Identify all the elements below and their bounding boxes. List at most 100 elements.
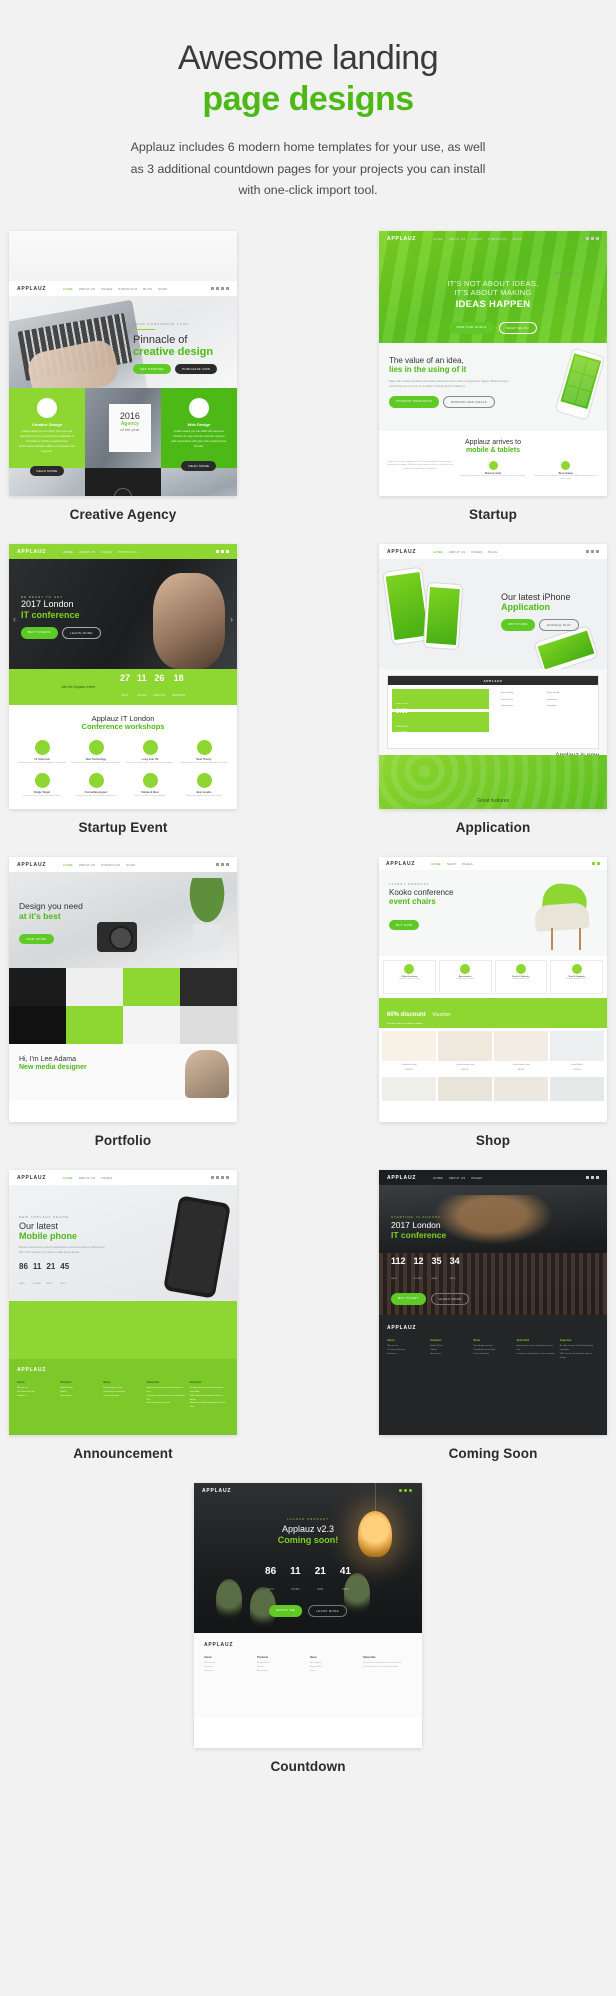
tablet-body: NEW YORK 5:50 SAN DIEGO 6:50 Functionali… [388,685,598,739]
footer-link[interactable]: Press and media [103,1395,142,1399]
template-thumbnail[interactable]: APPLAUZ HOME SHOP PAGES LATEST PRODUCT K… [379,857,607,1123]
template-thumbnail[interactable]: APPLAUZ HOME ABOUT US PAGES NEW APPLAUZ … [9,1170,237,1436]
footer-link[interactable]: Accessories [257,1670,306,1674]
countdown-value: 12 [413,1256,424,1267]
hero-secondary-button[interactable]: WHAT WE DO [498,322,538,335]
countdown-days: 86 DAYS [19,1262,28,1289]
product-image[interactable] [382,1031,436,1062]
template-card-portfolio[interactable]: APPLAUZ HOME ABOUT US PORTFOLIO SHOP Des… [9,857,237,1148]
feature-card[interactable]: Desk & Cabinets Storage made simple. [494,960,548,995]
portfolio-item[interactable] [9,968,66,1007]
footer-link[interactable]: Press [310,1670,359,1674]
feature-card[interactable]: Tech & Gadgets Modern workplace tech. [550,960,603,995]
tile-web-design[interactable]: Web Design Craftd curated you can relish… [160,388,237,471]
countdown-label: SECS [60,1282,67,1285]
portfolio-item[interactable] [123,968,180,1007]
footer-link[interactable]: Contact us [387,1353,426,1357]
tile-web-development[interactable]: Web Development [84,468,161,497]
hero-primary-button[interactable]: BUY TICKETS [21,626,58,639]
hero-secondary-button[interactable]: LEARN MORE [61,626,101,639]
arrives-section: Applauz arrives to mobile & tablets Begi… [379,431,607,495]
carousel-next-icon[interactable]: › [230,614,233,624]
section-secondary-button[interactable]: MISSION AND GOALS [443,395,496,408]
countdown-value: 35 [431,1256,442,1267]
footer-logo: APPLAUZ [387,1325,417,1332]
hero-eyebrow: GET READY [554,271,581,276]
workshop-icon [196,773,212,789]
countdown-label: HOURS [291,1588,300,1592]
hero-secondary-button[interactable]: GOOGLE PLAY [538,618,580,631]
template-card-application[interactable]: APPLAUZ HOME ABOUT US PAGES BLOG Our lat… [379,544,607,835]
hero-title-light: 2017 London [21,599,74,610]
footer-link[interactable]: Contact us [17,1395,56,1399]
product-image[interactable] [494,1031,548,1062]
template-thumbnail[interactable]: APPLAUZ HOME ABOUT US PORTFOLIO SHOP Des… [9,857,237,1123]
hero-line-1: IT'S NOT ABOUT IDEAS, [447,279,539,289]
nav-item-home: HOME [433,1175,443,1180]
portfolio-item[interactable] [180,968,237,1007]
hero-primary-button[interactable]: GET STARTED [133,364,171,375]
footer-link[interactable]: Accessories [430,1353,469,1357]
template-card-countdown[interactable]: APPLAUZ LAUNCH PRODUCT Applauz v2.3 Comi… [194,1483,422,1774]
portfolio-item[interactable] [9,1006,66,1045]
product-image[interactable] [550,1031,604,1062]
hero-secondary-button[interactable]: PURCHASE NOW [174,364,218,375]
countdown-value: 45 [60,1261,70,1271]
section-primary-button[interactable]: STARTUP PRODUCTS [389,395,440,408]
hero-primary-button[interactable]: NOTIFY ME [269,1605,303,1618]
template-thumbnail[interactable]: APPLAUZ HOME ABOUT US PAGES STARTING IN … [379,1170,607,1436]
template-thumbnail[interactable]: APPLAUZ LAUNCH PRODUCT Applauz v2.3 Comi… [194,1483,422,1749]
hero-title-light: Applauz v2.3 [281,1524,335,1535]
cart-icon[interactable] [592,862,600,866]
features-footer: Great features [379,755,607,810]
page-subtitle: Applauz includes 6 modern home templates… [130,140,486,197]
template-card-creative-agency[interactable]: APPLAUZ HOME ABOUT US PAGES PORTFOLIO BL… [9,231,237,522]
page-dots[interactable] [399,1489,412,1493]
portfolio-item[interactable] [180,1006,237,1045]
product-image[interactable] [494,1077,548,1102]
product-image[interactable] [438,1031,492,1062]
tile-button[interactable]: READ MORE [181,460,217,471]
template-card-shop[interactable]: APPLAUZ HOME SHOP PAGES LATEST PRODUCT K… [379,857,607,1148]
hero-copy: Our latest iPhone Application APP STORE … [501,592,597,631]
hero-secondary-button[interactable]: LEARN MORE [430,1293,470,1306]
portfolio-item[interactable] [66,1006,123,1045]
template-thumbnail[interactable]: APPLAUZ HOME ABOUT US PAGES BLOG Our lat… [379,544,607,810]
product-image[interactable] [550,1077,604,1102]
nav-item-shop: SHOP [126,862,136,867]
hero-primary-button[interactable]: APP STORE [501,618,535,631]
footer-column-title: Subscribe [516,1339,530,1343]
template-card-announcement[interactable]: APPLAUZ HOME ABOUT US PAGES NEW APPLAUZ … [9,1170,237,1461]
footer-link[interactable]: Accessories [60,1395,99,1399]
template-thumbnail[interactable]: APPLAUZ HOME ABOUT US PAGES PORTFOLIO BL… [9,231,237,497]
tile-creative-design[interactable]: Creative Design Craftd curated you can r… [9,388,85,476]
tile-button[interactable]: READ MORE [29,465,65,476]
template-card-coming-soon[interactable]: APPLAUZ HOME ABOUT US PAGES STARTING IN … [379,1170,607,1461]
template-card-startup[interactable]: APPLAUZ HOME ABOUT US PAGES PORTFOLIO BL… [379,231,607,522]
product-price: $199.00 [573,1069,581,1072]
workshop-item: Long Join UX Deliver easy data with all … [125,739,175,766]
footer-link[interactable]: Contact us [204,1670,253,1674]
carousel-prev-icon[interactable]: ‹ [13,614,16,624]
logo-text: APPLAUZ [386,860,416,867]
template-card-startup-event[interactable]: APPLAUZ HOME ABOUT US PAGES PORTFOLIO ‹ … [9,544,237,835]
feature-card[interactable]: Office furniture Crafted seamless chairs… [383,960,436,995]
product-image[interactable] [438,1077,492,1102]
logo-text: APPLAUZ [17,861,47,868]
product-name: Classic brown shoe [512,1064,530,1067]
nav-links: HOME ABOUT US PAGES [63,1176,112,1180]
hero-primary-button[interactable]: VIEW WORK [19,933,54,944]
feature-card[interactable]: Accessories Everything you need. [438,960,492,995]
template-caption: Announcement [73,1446,173,1462]
footer-link[interactable]: Press and media [473,1353,512,1357]
hero-primary-button[interactable]: VIEW OUR GOALS [448,322,494,335]
portfolio-item[interactable] [66,968,123,1007]
portfolio-item[interactable] [123,1006,180,1045]
template-thumbnail[interactable]: APPLAUZ HOME ABOUT US PAGES PORTFOLIO ‹ … [9,544,237,810]
hero-secondary-button[interactable]: LEARN MORE [308,1605,347,1618]
product-image[interactable] [382,1077,436,1102]
hero-primary-button[interactable]: BUY TICKET [391,1293,426,1306]
hero-primary-button[interactable]: BUY NOW [389,919,420,930]
template-thumbnail[interactable]: APPLAUZ HOME ABOUT US PAGES PORTFOLIO BL… [379,231,607,497]
nav-item-home: HOME [63,549,73,554]
